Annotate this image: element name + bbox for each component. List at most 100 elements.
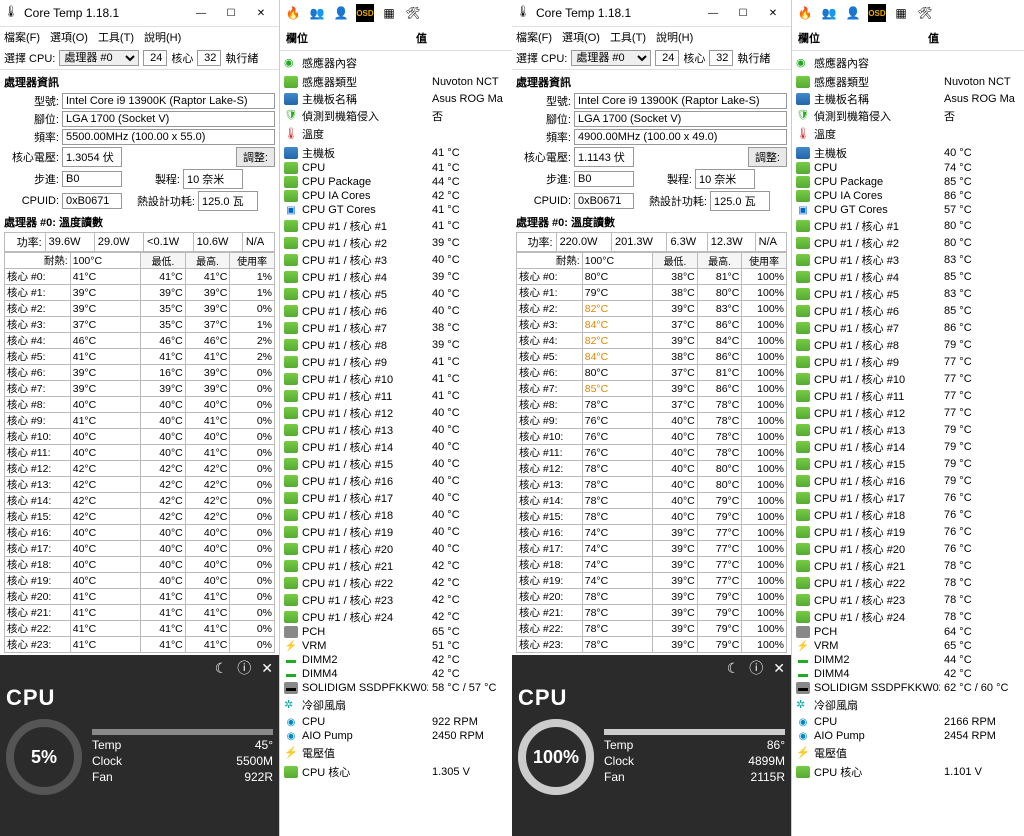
temp-row: CPU #1 / 核心 #786 °C [796, 319, 1020, 336]
core-row: 核心 #5:41°C41°C41°C2% [5, 349, 275, 365]
temp-row: CPU41 °C [284, 161, 508, 175]
temp-row: CPU #1 / 核心 #2442 °C [284, 608, 508, 625]
column-header: 欄位 值 [280, 26, 512, 51]
close-button[interactable]: ✕ [247, 3, 275, 23]
temp-row: CPU #1 / 核心 #1776 °C [796, 489, 1020, 506]
checkered-icon[interactable]: ▦ [380, 4, 398, 22]
menu-item[interactable]: 選項(O) [562, 29, 600, 45]
temp-row: ▬DIMM242 °C [284, 653, 508, 667]
monitor-widget: ☾ⓘ✕ CPU 5% Temp45° Clock5500M Fan922R [0, 655, 279, 836]
core-row: 核心 #1:79°C38°C80°C100% [517, 285, 787, 301]
flame-icon[interactable]: 🔥 [284, 4, 302, 22]
core-row: 核心 #10:40°C40°C40°C0% [5, 429, 275, 445]
tree-group-temp[interactable]: 🌡溫度 [796, 124, 1020, 144]
temp-row: CPU #1 / 核心 #280 °C [796, 234, 1020, 251]
tree-group-fan[interactable]: ✲冷卻風扇 [796, 695, 1020, 715]
group-icon[interactable]: 👥 [308, 4, 326, 22]
moon-icon[interactable]: ☾ [215, 660, 228, 677]
close-icon[interactable]: ✕ [261, 660, 273, 677]
moon-icon[interactable]: ☾ [727, 660, 740, 677]
menu-item[interactable]: 工具(T) [98, 29, 134, 45]
tree-group-volt[interactable]: ⚡電壓值 [796, 743, 1020, 763]
process-value: 10 奈米 [695, 169, 755, 189]
cores-label: 核心 [171, 50, 193, 66]
temp-row: CPU #1 / 核心 #141 °C [284, 217, 508, 234]
person-icon[interactable]: 👤 [332, 4, 350, 22]
clock-value: 4899M [748, 754, 785, 768]
core-row: 核心 #16:40°C40°C40°C0% [5, 525, 275, 541]
menu-item[interactable]: 檔案(F) [516, 29, 552, 45]
temp-label: Temp [92, 738, 121, 752]
temp-row: ▬DIMM442 °C [284, 667, 508, 681]
menu-item[interactable]: 選項(O) [50, 29, 88, 45]
hw-icon[interactable]: 🛠 [916, 4, 934, 22]
clock-value: 5500M [236, 754, 273, 768]
maximize-button[interactable]: ☐ [729, 3, 757, 23]
process-value: 10 奈米 [183, 169, 243, 189]
temp-row: CPU #1 / 核心 #1340 °C [284, 421, 508, 438]
core-row: 核心 #20:41°C41°C41°C0% [5, 589, 275, 605]
col-name: 欄位 [798, 30, 928, 46]
temp-row: CPU #1 / 核心 #1177 °C [796, 387, 1020, 404]
temp-row: ▣CPU GT Cores41 °C [284, 203, 508, 217]
temp-row: CPU #1 / 核心 #1077 °C [796, 370, 1020, 387]
temp-row: CPU #1 / 核心 #2378 °C [796, 591, 1020, 608]
tree-group-fan[interactable]: ✲冷卻風扇 [284, 695, 508, 715]
temp-row: ▣CPU GT Cores57 °C [796, 203, 1020, 217]
group-icon[interactable]: 👥 [820, 4, 838, 22]
volt-row: CPU 核心1.101 V [796, 763, 1020, 780]
tdp-value: 125.0 瓦 [710, 191, 770, 211]
temp-row: 主機板41 °C [284, 144, 508, 161]
tree-group-sensor[interactable]: ◉感應器內容 [796, 53, 1020, 73]
tune-button[interactable]: 調整: [748, 147, 787, 167]
core-row: 核心 #0:80°C38°C81°C100% [517, 269, 787, 285]
minimize-button[interactable]: — [187, 3, 215, 23]
osd-icon[interactable]: OSD [868, 4, 886, 22]
hw-icon[interactable]: 🛠 [404, 4, 422, 22]
temp-value: 45° [255, 738, 273, 752]
maximize-button[interactable]: ☐ [217, 3, 245, 23]
temp-row: ▬SOLIDIGM SSDPFKKW020X762 °C / 60 °C [796, 681, 1020, 695]
cpu-dropdown[interactable]: 處理器 #0 [59, 50, 139, 66]
cpuid-label: CPUID: [4, 195, 59, 207]
freq-value: 5500.00MHz (100.00 x 55.0) [62, 129, 275, 145]
flame-icon[interactable]: 🔥 [796, 4, 814, 22]
core-table: 耐熱:100°C最低.最高.使用率 核心 #0:41°C41°C41°C1%核心… [4, 252, 275, 653]
info-icon[interactable]: ⓘ [237, 658, 251, 678]
col-value: 值 [928, 30, 1018, 46]
fan-row: ◉CPU2166 RPM [796, 715, 1020, 729]
close-button[interactable]: ✕ [759, 3, 787, 23]
cpu-dropdown[interactable]: 處理器 #0 [571, 50, 651, 66]
temp-value: 86° [767, 738, 785, 752]
close-icon[interactable]: ✕ [773, 660, 785, 677]
osd-icon[interactable]: OSD [356, 4, 374, 22]
clock-label: Clock [92, 754, 122, 768]
core-row: 核心 #19:40°C40°C40°C0% [5, 573, 275, 589]
tdp-value: 125.0 瓦 [198, 191, 258, 211]
info-icon[interactable]: ⓘ [749, 658, 763, 678]
menu-item[interactable]: 說明(H) [656, 29, 693, 45]
menu-item[interactable]: 說明(H) [144, 29, 181, 45]
tune-button[interactable]: 調整: [236, 147, 275, 167]
temp-row: CPU #1 / 核心 #879 °C [796, 336, 1020, 353]
monitor-widget: ☾ⓘ✕ CPU 100% Temp86° Clock4899M Fan2115R [512, 655, 791, 836]
core-row: 核心 #10:76°C40°C78°C100% [517, 429, 787, 445]
minimize-button[interactable]: — [699, 3, 727, 23]
fan-row: ◉AIO Pump2454 RPM [796, 729, 1020, 743]
menu-item[interactable]: 檔案(F) [4, 29, 40, 45]
col-value: 值 [416, 30, 506, 46]
temp-row: CPU #1 / 核心 #2478 °C [796, 608, 1020, 625]
toolbar: 🔥 👥 👤 OSD ▦ 🛠 [280, 0, 512, 26]
tree-group-temp[interactable]: 🌡溫度 [284, 124, 508, 144]
person-icon[interactable]: 👤 [844, 4, 862, 22]
tree-group-volt[interactable]: ⚡電壓值 [284, 743, 508, 763]
core-row: 核心 #19:74°C39°C77°C100% [517, 573, 787, 589]
temp-row: CPU #1 / 核心 #2242 °C [284, 574, 508, 591]
sensor-tree: ◉感應器內容感應器類型Nuvoton NCT主機板名稱Asus ROG Ma🛡偵… [792, 51, 1024, 782]
temp-row: CPU #1 / 核心 #1240 °C [284, 404, 508, 421]
temp-row: CPU #1 / 核心 #2076 °C [796, 540, 1020, 557]
cpuid-value: 0xB0671 [62, 193, 122, 209]
tree-group-sensor[interactable]: ◉感應器內容 [284, 53, 508, 73]
checkered-icon[interactable]: ▦ [892, 4, 910, 22]
menu-item[interactable]: 工具(T) [610, 29, 646, 45]
